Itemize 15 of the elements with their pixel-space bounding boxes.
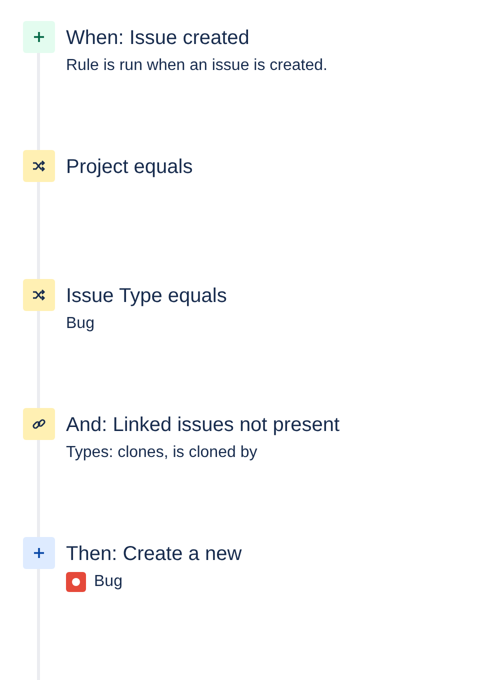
shuffle-icon [32,289,46,301]
step-title: When: Issue created [66,26,250,51]
step-detail: Bug [94,572,122,592]
plus-icon [33,31,45,43]
step-detail: Rule is run when an issue is created. [66,56,328,76]
step-detail: Bug [66,314,94,334]
shuffle-icon [32,160,46,172]
plus-icon [33,547,45,559]
step-title: Project equals [66,155,193,180]
step-title: And: Linked issues not present [66,413,340,438]
step-title: Then: Create a new [66,542,242,567]
step-detail: Types: clones, is cloned by [66,443,258,463]
bug-icon [66,572,86,592]
link-icon [32,417,46,431]
step-title: Issue Type equals [66,284,227,309]
